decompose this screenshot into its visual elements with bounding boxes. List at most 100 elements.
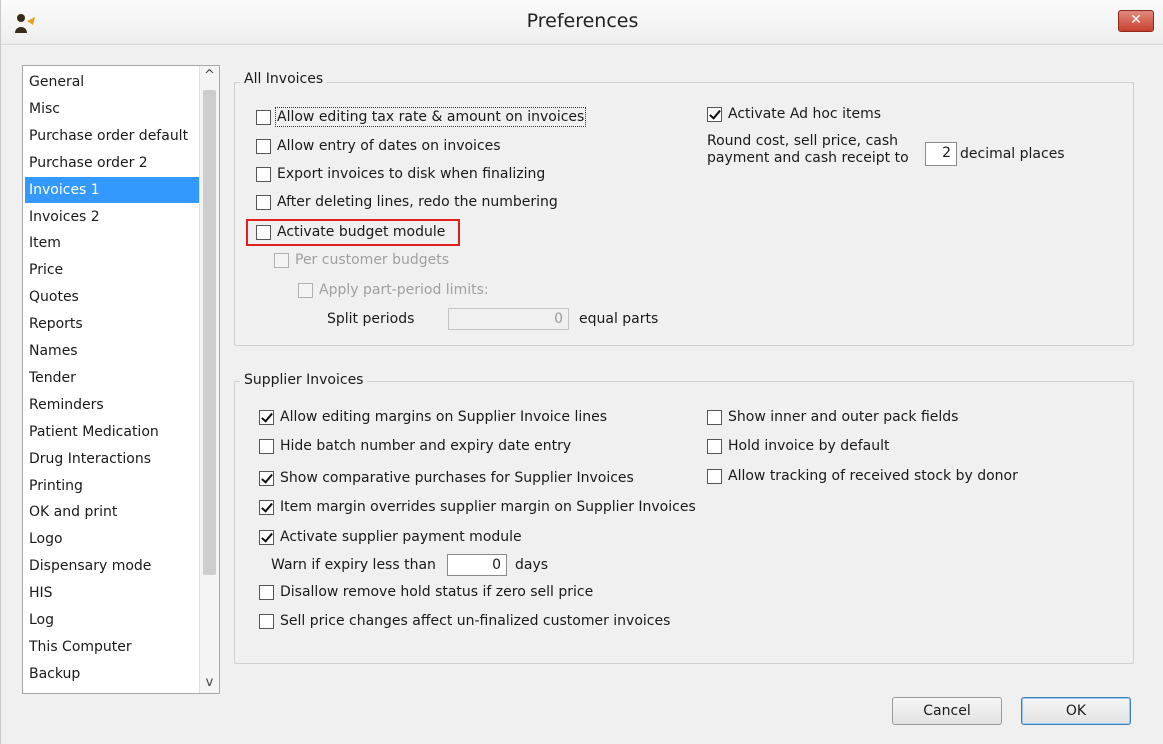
- show-inner-outer-checkbox[interactable]: [707, 409, 722, 425]
- disallow-remove-hold-option[interactable]: Disallow remove hold status if zero sell…: [259, 581, 593, 603]
- allow-edit-tax-label: Allow editing tax rate & amount on invoi…: [274, 107, 587, 127]
- sell-price-changes-label: Sell price changes affect un-finalized c…: [280, 613, 671, 629]
- sidebar-item[interactable]: Logo: [25, 526, 201, 552]
- hold-invoice-label: Hold invoice by default: [728, 438, 890, 454]
- show-comparative-option[interactable]: Show comparative purchases for Supplier …: [259, 467, 634, 489]
- activate-supplier-payment-option[interactable]: Activate supplier payment module: [259, 526, 522, 548]
- activate-adhoc-label: Activate Ad hoc items: [728, 106, 882, 122]
- allow-tracking-donor-checkbox[interactable]: [707, 468, 722, 484]
- allow-edit-margins-option[interactable]: Allow editing margins on Supplier Invoic…: [259, 406, 607, 428]
- round-label-line1: Round cost, sell price, cash: [707, 133, 899, 149]
- sidebar-item[interactable]: Names: [25, 338, 201, 364]
- sidebar-item[interactable]: Purchase order default: [25, 123, 201, 149]
- sidebar-item[interactable]: Backup: [25, 661, 201, 687]
- show-comparative-checkbox[interactable]: [259, 470, 274, 486]
- sidebar-item[interactable]: Log: [25, 607, 201, 633]
- allow-edit-margins-checkbox[interactable]: [259, 409, 274, 425]
- preferences-category-list[interactable]: General Misc Purchase order default Purchas…: [22, 65, 220, 694]
- sidebar-item[interactable]: Price: [25, 257, 201, 283]
- disallow-remove-hold-checkbox[interactable]: [259, 584, 274, 600]
- sidebar-item[interactable]: Invoices 2: [25, 204, 201, 230]
- sidebar-item[interactable]: Quotes: [25, 284, 201, 310]
- activate-adhoc-checkbox[interactable]: [707, 106, 722, 122]
- sidebar-item[interactable]: Dispensary mode: [25, 553, 201, 579]
- sidebar-item[interactable]: OK and print: [25, 499, 201, 525]
- scroll-thumb[interactable]: [203, 90, 216, 575]
- sell-price-changes-option[interactable]: Sell price changes affect un-finalized c…: [259, 610, 670, 632]
- split-periods-field[interactable]: 0: [448, 308, 569, 330]
- round-label-line2: payment and cash receipt to: [707, 150, 909, 166]
- hold-invoice-option[interactable]: Hold invoice by default: [707, 435, 889, 457]
- list-scrollbar[interactable]: ^ v: [199, 66, 219, 693]
- export-invoices-checkbox[interactable]: [256, 166, 271, 182]
- sidebar-item[interactable]: Patient Medication: [25, 419, 201, 445]
- decimal-places-label: decimal places: [960, 146, 1065, 162]
- sidebar-item[interactable]: Reminders: [25, 392, 201, 418]
- export-invoices-option[interactable]: Export invoices to disk when finalizing: [256, 163, 545, 185]
- apply-part-period-label: Apply part-period limits:: [319, 282, 489, 298]
- per-customer-budgets-checkbox[interactable]: [274, 252, 289, 268]
- supplier-invoices-title: Supplier Invoices: [240, 372, 368, 388]
- preferences-window: Preferences ✕ General Misc Purchase order …: [0, 0, 1163, 744]
- sell-price-changes-checkbox[interactable]: [259, 613, 274, 629]
- ok-button[interactable]: OK: [1021, 697, 1131, 725]
- equal-parts-label: equal parts: [579, 311, 659, 327]
- sidebar-item[interactable]: Tender: [25, 365, 201, 391]
- hide-batch-checkbox[interactable]: [259, 438, 274, 454]
- all-invoices-title: All Invoices: [240, 71, 328, 87]
- warn-expiry-field[interactable]: 0: [447, 554, 507, 576]
- cancel-button[interactable]: Cancel: [892, 697, 1002, 725]
- allow-entry-dates-option[interactable]: Allow entry of dates on invoices: [256, 135, 501, 157]
- allow-entry-dates-checkbox[interactable]: [256, 138, 271, 154]
- activate-budget-checkbox[interactable]: [256, 224, 271, 240]
- allow-tracking-donor-option[interactable]: Allow tracking of received stock by dono…: [707, 465, 1018, 487]
- disallow-remove-hold-label: Disallow remove hold status if zero sell…: [280, 584, 594, 600]
- hold-invoice-checkbox[interactable]: [707, 438, 722, 454]
- per-customer-budgets-label: Per customer budgets: [295, 252, 450, 268]
- hide-batch-option[interactable]: Hide batch number and expiry date entry: [259, 435, 571, 457]
- scroll-up-icon[interactable]: ^: [200, 66, 219, 86]
- apply-part-period-option[interactable]: Apply part-period limits:: [298, 279, 489, 301]
- warn-expiry-label: Warn if expiry less than: [271, 557, 436, 573]
- show-inner-outer-label: Show inner and outer pack fields: [728, 409, 959, 425]
- sidebar-item[interactable]: Purchase order 2: [25, 150, 201, 176]
- redo-numbering-label: After deleting lines, redo the numbering: [277, 194, 558, 210]
- activate-supplier-payment-label: Activate supplier payment module: [280, 529, 522, 545]
- sidebar-item[interactable]: Reports: [25, 311, 201, 337]
- item-margin-overrides-label: Item margin overrides supplier margin on…: [280, 499, 696, 515]
- sidebar-item[interactable]: Item: [25, 230, 201, 256]
- activate-budget-option[interactable]: Activate budget module: [256, 221, 445, 243]
- allow-tracking-donor-label: Allow tracking of received stock by dono…: [728, 468, 1018, 484]
- sidebar-item[interactable]: Printing: [25, 473, 201, 499]
- redo-numbering-checkbox[interactable]: [256, 194, 271, 210]
- apply-part-period-checkbox[interactable]: [298, 282, 313, 298]
- scroll-down-icon[interactable]: v: [200, 673, 219, 693]
- allow-edit-tax-option[interactable]: Allow editing tax rate & amount on invoi…: [256, 106, 587, 128]
- show-inner-outer-option[interactable]: Show inner and outer pack fields: [707, 406, 958, 428]
- close-button[interactable]: ✕: [1118, 10, 1154, 32]
- activate-adhoc-option[interactable]: Activate Ad hoc items: [707, 103, 881, 125]
- show-comparative-label: Show comparative purchases for Supplier …: [280, 470, 634, 486]
- sidebar-item[interactable]: HIS: [25, 580, 201, 606]
- decimal-places-field[interactable]: 2: [925, 142, 957, 166]
- days-label: days: [515, 557, 549, 573]
- redo-numbering-option[interactable]: After deleting lines, redo the numbering: [256, 191, 558, 213]
- allow-edit-tax-checkbox[interactable]: [256, 109, 271, 125]
- per-customer-budgets-option[interactable]: Per customer budgets: [274, 249, 449, 271]
- sidebar-item[interactable]: Drug Interactions: [25, 446, 201, 472]
- hide-batch-label: Hide batch number and expiry date entry: [280, 438, 572, 454]
- allow-entry-dates-label: Allow entry of dates on invoices: [277, 138, 501, 154]
- activate-budget-label: Activate budget module: [277, 224, 446, 240]
- sidebar-item[interactable]: Invoices 1: [25, 176, 201, 203]
- item-margin-overrides-checkbox[interactable]: [259, 499, 274, 515]
- sidebar-item[interactable]: This Computer: [25, 634, 201, 660]
- export-invoices-label: Export invoices to disk when finalizing: [277, 166, 546, 182]
- allow-edit-margins-label: Allow editing margins on Supplier Invoic…: [280, 409, 608, 425]
- sidebar-item[interactable]: General: [25, 69, 201, 95]
- activate-supplier-payment-checkbox[interactable]: [259, 529, 274, 545]
- window-title: Preferences: [526, 10, 639, 32]
- item-margin-overrides-option[interactable]: Item margin overrides supplier margin on…: [259, 496, 696, 518]
- split-periods-label: Split periods: [327, 311, 415, 327]
- sidebar-item[interactable]: Misc: [25, 96, 201, 122]
- title-bar: Preferences ✕: [1, 0, 1163, 45]
